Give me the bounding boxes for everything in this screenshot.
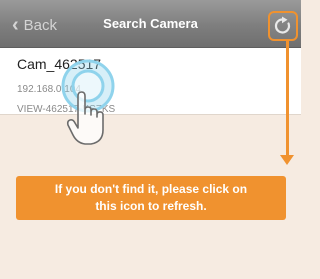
camera-name: Cam_462517 [17,56,102,72]
navigation-bar: ‹ Back Search Camera [0,0,301,48]
pointing-hand-icon [66,91,104,145]
refresh-icon [274,16,291,34]
refresh-button[interactable] [268,11,298,41]
callout-arrow-head [280,155,294,165]
refresh-hint-callout: If you don't find it, please click on th… [16,176,286,220]
camera-list: Cam_462517 192.168.0.104 VIEW-462517-KSZ… [0,48,301,115]
page-title: Search Camera [103,16,198,31]
callout-arrow [286,41,289,156]
search-camera-screen: ‹ Back Search Camera Cam_462517 192.168.… [0,0,301,279]
